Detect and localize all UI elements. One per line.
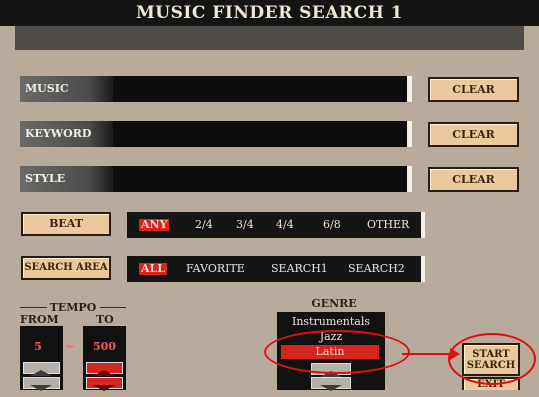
window-title: MUSIC FINDER SEARCH 1 — [0, 0, 539, 26]
genre-item-instrumentals[interactable]: Instrumentals — [277, 315, 385, 329]
annotation-ellipse-genre — [264, 330, 410, 374]
tempo-group: TEMPO FROM TO 5 ~ 500 — [20, 301, 126, 391]
music-field[interactable]: MUSIC — [20, 76, 412, 102]
beat-option-2-4[interactable]: 2/4 — [195, 212, 213, 238]
beat-option-4-4[interactable]: 4/4 — [276, 212, 294, 238]
music-field-label: MUSIC — [20, 76, 113, 102]
tempo-from-down-button[interactable] — [23, 377, 60, 391]
annotation-arrow-icon — [402, 348, 460, 360]
genre-title: GENRE — [311, 297, 357, 310]
tempo-separator: ~ — [65, 340, 75, 353]
tempo-to-label: TO — [96, 313, 114, 326]
beat-option-3-4[interactable]: 3/4 — [236, 212, 254, 238]
clear-keyword-button[interactable]: CLEAR — [428, 122, 519, 147]
style-field[interactable]: STYLE — [20, 166, 412, 192]
down-arrow-icon — [93, 385, 115, 391]
clear-music-button[interactable]: CLEAR — [428, 77, 519, 102]
beat-selector: ANY 2/4 3/4 4/4 6/8 OTHER — [127, 212, 425, 238]
beat-option-6-8[interactable]: 6/8 — [323, 212, 341, 238]
tempo-to-value: 500 — [93, 340, 116, 353]
tempo-from-value: 5 — [34, 340, 42, 353]
search-area-option-favorite[interactable]: FAVORITE — [186, 256, 245, 282]
down-arrow-icon — [320, 385, 342, 391]
search-area-option-all[interactable]: ALL — [139, 263, 168, 275]
header-band — [15, 26, 524, 50]
tempo-from-panel: 5 — [20, 326, 63, 391]
search-area-option-search2[interactable]: SEARCH2 — [348, 256, 405, 282]
tempo-from-label: FROM — [20, 313, 59, 326]
beat-option-other[interactable]: OTHER — [367, 212, 409, 238]
keyword-field-label: KEYWORD — [20, 121, 113, 147]
tempo-to-panel: 500 — [83, 326, 126, 391]
keyword-field[interactable]: KEYWORD — [20, 121, 412, 147]
down-arrow-icon — [30, 385, 52, 391]
tempo-to-down-button[interactable] — [86, 377, 123, 391]
beat-button[interactable]: BEAT — [21, 212, 111, 236]
tempo-to-up-button[interactable] — [86, 362, 123, 376]
search-area-button[interactable]: SEARCH AREA — [21, 256, 111, 280]
search-area-selector: ALL FAVORITE SEARCH1 SEARCH2 — [127, 256, 425, 282]
genre-down-button[interactable] — [311, 377, 351, 391]
tempo-from-up-button[interactable] — [23, 362, 60, 376]
tempo-rule-right — [100, 307, 126, 308]
clear-style-button[interactable]: CLEAR — [428, 167, 519, 192]
style-field-label: STYLE — [20, 166, 113, 192]
search-area-option-search1[interactable]: SEARCH1 — [271, 256, 328, 282]
beat-option-any[interactable]: ANY — [139, 219, 170, 231]
